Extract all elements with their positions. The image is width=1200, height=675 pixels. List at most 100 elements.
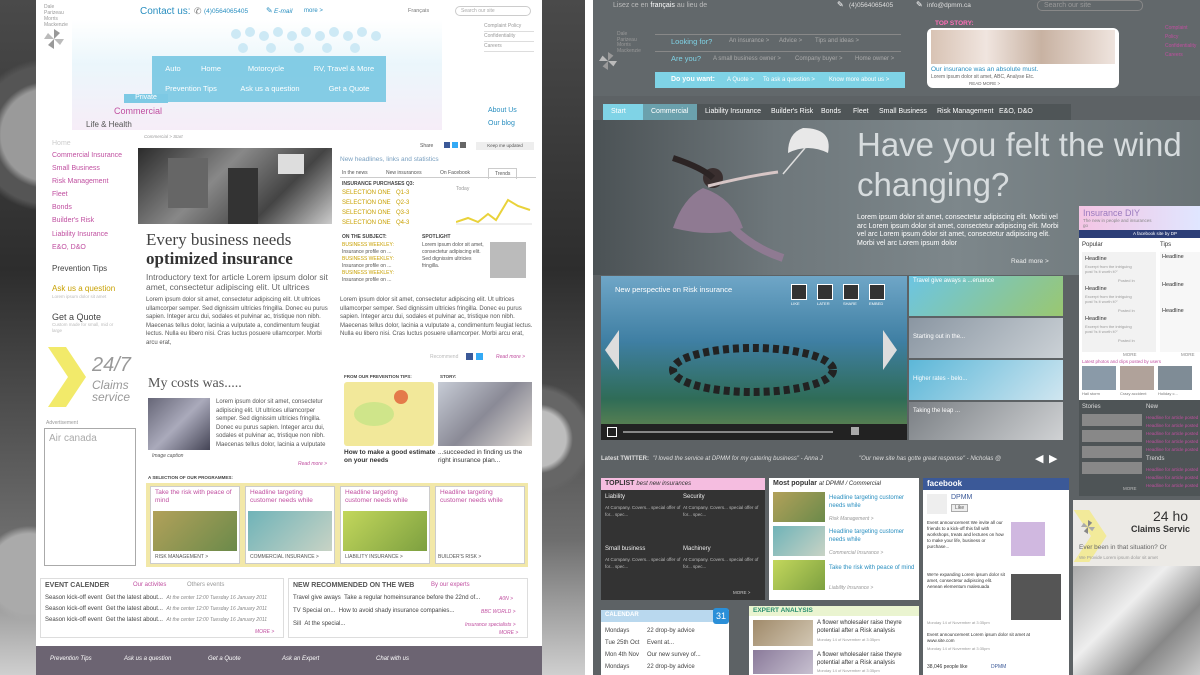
- right-phone[interactable]: (4)0564065405: [849, 2, 893, 9]
- tab-commercial[interactable]: Commercial: [114, 106, 162, 116]
- costs-read-more[interactable]: Read more >: [298, 461, 327, 467]
- tab-small-business[interactable]: Small Business: [879, 108, 927, 115]
- tab-new-insurances[interactable]: New insurances: [386, 170, 422, 176]
- keep-updated-button[interactable]: Keep me updated: [476, 142, 534, 150]
- volume-icon[interactable]: [851, 427, 859, 435]
- looking-insurance[interactable]: An insurance >: [729, 38, 769, 44]
- tab-by-experts[interactable]: By our experts: [431, 582, 470, 588]
- prevention-text[interactable]: How to make a good estimate on your need…: [344, 449, 436, 465]
- tab-eo-do[interactable]: E&O, D&O: [999, 108, 1033, 115]
- web-source[interactable]: Insurance specialists >: [465, 622, 516, 628]
- story-thumb[interactable]: [1082, 414, 1142, 426]
- fb-likes-name[interactable]: DPMM: [991, 664, 1006, 670]
- lang-link[interactable]: français: [650, 2, 675, 9]
- web-row[interactable]: Sill At the special...: [293, 621, 345, 627]
- nav-get-quote[interactable]: Get a Quote: [318, 84, 380, 93]
- diy-headline[interactable]: Headline: [1162, 254, 1184, 260]
- video-thumb[interactable]: Higher rates - belo...: [909, 360, 1063, 400]
- calendar-icon[interactable]: 31: [713, 608, 729, 624]
- new-item[interactable]: Headline for article posted: [1146, 438, 1198, 446]
- search-input[interactable]: Search our site: [455, 6, 531, 16]
- tweet-2[interactable]: "Our new site has gotte great response" …: [859, 456, 1001, 462]
- are-company-buyer[interactable]: Company buyer >: [795, 56, 843, 62]
- trend-item[interactable]: Headline for article posted: [1146, 482, 1198, 490]
- tab-fleet[interactable]: Fleet: [853, 108, 869, 115]
- logo-text[interactable]: Dale Parizeau Morris Mackenzie: [44, 4, 68, 28]
- like-icon[interactable]: [791, 284, 807, 300]
- biz-weekly[interactable]: BUSINESS WEEKLEY:: [342, 256, 418, 263]
- photo-thumb[interactable]: [1158, 366, 1192, 390]
- confidentiality-link[interactable]: Confidentiality: [1165, 42, 1200, 51]
- photo-thumb[interactable]: [1120, 366, 1154, 390]
- are-small-business[interactable]: A small business owner >: [713, 56, 781, 62]
- facebook-share-icon[interactable]: [444, 142, 450, 148]
- top-story-card[interactable]: Our insurance was an absolute must. Lore…: [927, 28, 1119, 88]
- fb-video-thumb[interactable]: [1011, 574, 1061, 620]
- popular-image[interactable]: [773, 492, 825, 522]
- want-know-more[interactable]: Know more about us >: [829, 77, 889, 83]
- diy-headline[interactable]: Headline: [1085, 316, 1107, 322]
- trend-item[interactable]: Headline for article posted: [1146, 466, 1198, 474]
- are-home-owner[interactable]: Home owner >: [855, 56, 894, 62]
- twitter-icon[interactable]: [476, 353, 483, 360]
- nav-rv-travel[interactable]: RV, Travel & More: [304, 64, 384, 73]
- looking-tips[interactable]: Tips and ideas >: [815, 38, 859, 44]
- sidebar-item-bonds[interactable]: Bonds: [52, 204, 72, 211]
- sidebar-item-fleet[interactable]: Fleet: [52, 191, 68, 198]
- trend-item[interactable]: Headline for article posted: [1146, 474, 1198, 482]
- stories-more[interactable]: MORE: [1123, 486, 1137, 491]
- biz-weekly[interactable]: BUSINESS WEEKLEY:: [342, 242, 418, 249]
- tweet-1[interactable]: "I loved the service at DPMM for my cate…: [653, 456, 823, 462]
- expert-item[interactable]: A flower wholesaler raise theyre potenti…: [817, 620, 917, 635]
- recommend-label[interactable]: Recommend: [430, 354, 458, 360]
- popular-headline[interactable]: Headline targeting customer needs while: [829, 528, 917, 544]
- careers-link[interactable]: Careers: [1165, 51, 1200, 60]
- sidebar-get-quote[interactable]: Get a Quote: [52, 312, 101, 322]
- right-logo-text[interactable]: Dale Parizeau Morris Mackenzie: [617, 31, 641, 54]
- popular-tag[interactable]: Commercial Insurance >: [829, 550, 883, 556]
- popular-tag[interactable]: Liability Insurance >: [829, 585, 873, 591]
- email-share-icon[interactable]: [460, 142, 466, 148]
- embed-icon[interactable]: [869, 284, 885, 300]
- diy-headline[interactable]: Headline: [1162, 282, 1184, 288]
- toplist-cat[interactable]: Machinery: [683, 546, 711, 552]
- nav-prevention-tips[interactable]: Prevention Tips: [156, 84, 226, 93]
- clock-icon[interactable]: [817, 284, 833, 300]
- web-row[interactable]: Travel give aways Take a regular homeins…: [293, 595, 480, 601]
- diy-more[interactable]: MORE: [1123, 352, 1137, 357]
- new-item[interactable]: Headline for article posted: [1146, 414, 1198, 422]
- hero-read-more[interactable]: Read more >: [1011, 258, 1049, 265]
- tab-start[interactable]: Start: [611, 108, 626, 115]
- language-link[interactable]: Français: [408, 8, 429, 14]
- about-us-link[interactable]: About Us: [488, 104, 517, 117]
- toplist-more[interactable]: MORE >: [733, 590, 750, 595]
- video-thumb[interactable]: Taking the leap ...: [909, 402, 1063, 440]
- event-row[interactable]: Season kick-off event Get the latest abo…: [45, 606, 267, 612]
- facebook-icon[interactable]: [466, 353, 473, 360]
- programme-card[interactable]: Take the risk with peace of mind RISK MA…: [150, 486, 240, 564]
- new-item[interactable]: Headline for article posted: [1146, 430, 1198, 438]
- toplist-cat[interactable]: Security: [683, 494, 705, 500]
- want-quote[interactable]: A Quote >: [727, 77, 754, 83]
- sidebar-item-eo-do[interactable]: E&O, D&O: [52, 244, 86, 251]
- nav-auto[interactable]: Auto: [156, 64, 190, 73]
- email-link[interactable]: E-mail: [274, 8, 292, 15]
- contact-more-link[interactable]: more >: [304, 8, 323, 14]
- popular-image[interactable]: [773, 526, 825, 556]
- toplist-cat[interactable]: Small business: [605, 546, 645, 552]
- diy-headline[interactable]: Headline: [1085, 286, 1107, 292]
- prev-arrow-icon[interactable]: [605, 330, 619, 370]
- looking-advice[interactable]: Advice >: [779, 38, 802, 44]
- tab-risk-management[interactable]: Risk Management: [937, 108, 993, 115]
- share-label[interactable]: Share: [420, 143, 433, 149]
- programme-card[interactable]: Headline targeting customer needs while …: [340, 486, 430, 564]
- play-icon[interactable]: [607, 427, 617, 437]
- tab-liability[interactable]: Liability Insurance: [705, 108, 761, 115]
- our-blog-link[interactable]: Our blog: [488, 117, 517, 130]
- next-arrow-icon[interactable]: [883, 330, 897, 370]
- advert-box[interactable]: Air canada: [44, 428, 136, 566]
- expert-image[interactable]: [753, 650, 813, 674]
- right-email[interactable]: info@dpmm.ca: [927, 2, 971, 9]
- claims-24-7[interactable]: 24/7: [92, 354, 131, 377]
- footer-chat[interactable]: Chat with us: [376, 656, 409, 662]
